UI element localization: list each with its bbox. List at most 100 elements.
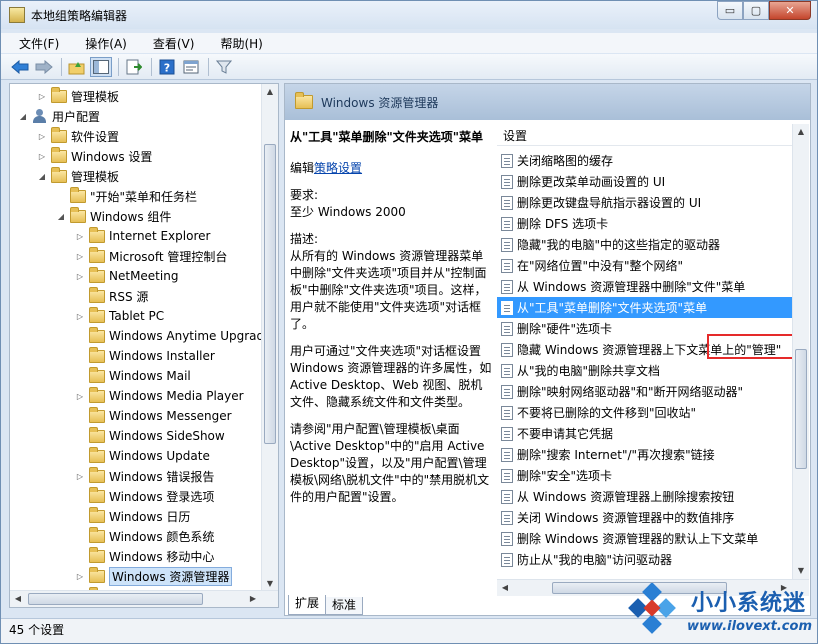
tree-item-label: Windows 颜色系统 [109, 529, 215, 544]
tree-item[interactable]: Windows 日历 [75, 506, 190, 526]
setting-row[interactable]: 删除"映射网络驱动器"和"断开网络驱动器" [497, 381, 797, 402]
tree-item[interactable]: ▷ Windows Media Player [75, 386, 244, 406]
setting-row[interactable]: 隐藏"我的电脑"中的这些指定的驱动器 [497, 234, 797, 255]
setting-row[interactable]: 关闭缩略图的缓存 [497, 150, 797, 171]
tree-horizontal-scrollbar[interactable]: ◀ ▶ [10, 590, 278, 607]
setting-row[interactable]: 删除"安全"选项卡 [497, 465, 797, 486]
tree-item[interactable]: Windows 移动中心 [75, 546, 214, 566]
back-arrow-icon[interactable] [9, 57, 31, 77]
tab-standard[interactable]: 标准 [325, 597, 364, 615]
tree-item[interactable]: ◢ Windows 组件 [56, 206, 171, 226]
setting-row[interactable]: 不要将已删除的文件移到"回收站" [497, 402, 797, 423]
expand-icon[interactable]: ▷ [37, 92, 47, 101]
setting-row[interactable]: 从 Windows 资源管理器中删除"文件"菜单 [497, 276, 797, 297]
tree-item[interactable]: ◢ 用户配置 [18, 106, 100, 126]
scroll-thumb[interactable] [795, 349, 807, 469]
setting-label: 删除"安全"选项卡 [517, 469, 613, 483]
filter-icon[interactable] [213, 57, 235, 77]
expand-icon[interactable]: ▷ [75, 472, 85, 481]
details-title: Windows 资源管理器 [321, 95, 439, 110]
tree-item[interactable]: ▷ Internet Explorer [75, 226, 210, 246]
scroll-thumb[interactable] [264, 144, 276, 444]
tree-item[interactable]: ▷ Microsoft 管理控制台 [75, 246, 227, 266]
tree-item[interactable]: ▷ Windows 设置 [37, 146, 152, 166]
scroll-right-icon[interactable]: ▶ [245, 591, 261, 607]
tree-item[interactable]: ▷ 管理模板 [37, 86, 119, 106]
title-bar[interactable]: 本地组策略编辑器 ▭ ▢ ✕ [1, 1, 817, 29]
tree-item[interactable]: RSS 源 [75, 286, 148, 306]
setting-row[interactable]: 从 Windows 资源管理器上删除搜索按钮 [497, 486, 797, 507]
scroll-up-icon[interactable]: ▲ [793, 124, 809, 140]
tree-item[interactable]: ▷ 软件设置 [37, 126, 119, 146]
tree-item-label: Windows Installer [109, 349, 215, 363]
setting-row[interactable]: 删除更改菜单动画设置的 UI [497, 171, 797, 192]
expand-icon[interactable]: ▷ [75, 272, 85, 281]
setting-row[interactable]: 不要申请其它凭据 [497, 423, 797, 444]
expand-icon[interactable]: ▷ [37, 132, 47, 141]
tree-item[interactable]: "开始"菜单和任务栏 [56, 186, 197, 206]
scroll-up-icon[interactable]: ▲ [262, 84, 278, 100]
expand-icon[interactable]: ▷ [75, 252, 85, 261]
menu-action[interactable]: 操作(A) [67, 35, 135, 52]
menu-view[interactable]: 查看(V) [135, 35, 203, 52]
tree-item[interactable]: Windows Update [75, 446, 210, 466]
tree-item[interactable]: ◢ 管理模板 [37, 166, 119, 186]
settings-vertical-scrollbar[interactable]: ▲ ▼ [792, 124, 809, 579]
expand-icon[interactable]: ▷ [75, 392, 85, 401]
tree-item[interactable]: ▷ Windows 资源管理器 [75, 566, 233, 586]
folder-icon [89, 546, 105, 563]
setting-row[interactable]: 删除 DFS 选项卡 [497, 213, 797, 234]
setting-row[interactable]: 删除"搜索 Internet"/"再次搜索"链接 [497, 444, 797, 465]
collapse-icon[interactable]: ◢ [37, 172, 47, 181]
export-list-icon[interactable] [123, 57, 145, 77]
setting-row[interactable]: 防止从"我的电脑"访问驱动器 [497, 549, 797, 570]
setting-row[interactable]: 关闭 Windows 资源管理器中的数值排序 [497, 507, 797, 528]
tree-item[interactable]: Windows Installer [75, 346, 215, 366]
expand-icon[interactable]: ▷ [75, 572, 85, 581]
collapse-icon[interactable]: ◢ [56, 212, 66, 221]
expand-icon[interactable]: ▷ [37, 152, 47, 161]
show-hide-tree-icon[interactable] [90, 56, 112, 77]
scroll-thumb[interactable] [28, 593, 203, 605]
tree-item-label: Windows 错误报告 [109, 469, 215, 484]
watermark-name: 小小系统迷 [691, 591, 807, 616]
help-icon[interactable]: ? [156, 57, 178, 77]
scroll-left-icon[interactable]: ◀ [10, 591, 26, 607]
tree-item[interactable]: Windows 登录选项 [75, 486, 214, 506]
scroll-down-icon[interactable]: ▼ [793, 563, 809, 579]
tree-item[interactable]: ▷ NetMeeting [75, 266, 178, 286]
settings-list: 设置 关闭缩略图的缓存 删除更改菜单动画设置的 UI 删除更改键盘导航指示器设置的 … [497, 124, 809, 596]
forward-arrow-icon[interactable] [33, 57, 55, 77]
setting-row[interactable]: 从"我的电脑"删除共享文档 [497, 360, 797, 381]
tab-extended[interactable]: 扩展 [288, 595, 327, 615]
tree-item[interactable]: Windows Anytime Upgrade [75, 326, 272, 346]
settings-column-header[interactable]: 设置 [497, 124, 797, 146]
expand-icon[interactable]: ▷ [75, 312, 85, 321]
setting-row[interactable]: 删除 Windows 资源管理器的默认上下文菜单 [497, 528, 797, 549]
app-icon [9, 7, 25, 23]
setting-row[interactable]: 在"网络位置"中没有"整个网络" [497, 255, 797, 276]
edit-policy-link[interactable]: 策略设置 [314, 161, 362, 175]
up-folder-icon[interactable] [66, 57, 88, 77]
setting-row[interactable]: 从"工具"菜单删除"文件夹选项"菜单 [497, 297, 797, 318]
scroll-left-icon[interactable]: ◀ [497, 580, 513, 596]
close-button[interactable]: ✕ [769, 1, 811, 20]
tree-item[interactable]: ▷ Tablet PC [75, 306, 164, 326]
expand-icon[interactable]: ▷ [75, 232, 85, 241]
tree-vertical-scrollbar[interactable]: ▲ ▼ [261, 84, 278, 592]
collapse-icon[interactable]: ◢ [18, 112, 28, 121]
menu-file[interactable]: 文件(F) [1, 35, 67, 52]
properties-icon[interactable] [180, 57, 202, 77]
tree-item[interactable]: ▷ Windows 错误报告 [75, 466, 214, 486]
menu-help[interactable]: 帮助(H) [202, 35, 270, 52]
minimize-button[interactable]: ▭ [717, 1, 743, 20]
maximize-button[interactable]: ▢ [743, 1, 769, 20]
tree-item[interactable]: Windows 颜色系统 [75, 526, 214, 546]
setting-row[interactable]: 删除更改键盘导航指示器设置的 UI [497, 192, 797, 213]
setting-label: 删除 DFS 选项卡 [517, 217, 609, 231]
tree-item[interactable]: Windows Messenger [75, 406, 232, 426]
tree-item[interactable]: Windows SideShow [75, 426, 225, 446]
folder-icon [89, 426, 105, 443]
tree-item[interactable]: Windows Mail [75, 366, 191, 386]
folder-icon [51, 86, 67, 103]
